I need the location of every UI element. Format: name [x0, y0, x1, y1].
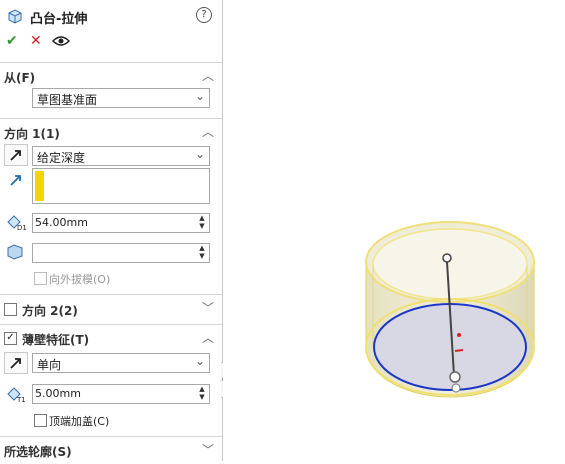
selected-contours-section-header[interactable]: 所选轮廓(S) ﹀	[0, 436, 222, 462]
reverse-direction-icon[interactable]	[4, 352, 28, 374]
chevron-down-icon: ⌄	[194, 354, 205, 368]
chevron-down-icon[interactable]: ﹀	[202, 441, 214, 458]
property-manager: 凸台-拉伸 ? ✔ ✕ 从(F) ︿ 草图基准面 ⌄ 方向 1(1) ︿ 给定深…	[0, 0, 229, 462]
arrow-handle-bottom[interactable]	[449, 371, 461, 383]
svg-text:T1: T1	[16, 396, 26, 403]
depth-value: 54.00mm	[35, 216, 88, 229]
page-title: 凸台-拉伸	[30, 12, 88, 27]
from-dropdown[interactable]: 草图基准面 ⌄	[32, 88, 210, 108]
chevron-down-icon: ⌄	[194, 89, 205, 103]
arrow-handle-top[interactable]	[442, 253, 452, 263]
spin-arrows[interactable]: ▲ ▼	[197, 214, 207, 232]
red-marker	[454, 349, 464, 352]
direction2-checkbox[interactable]	[4, 303, 17, 316]
chevron-up-icon[interactable]: ︿	[202, 123, 214, 140]
cap-ends-label: 顶端加盖(C)	[49, 415, 110, 428]
thin-type-dropdown[interactable]: 单向 ⌄	[32, 353, 210, 373]
direction2-label: 方向 2(2)	[22, 304, 78, 318]
thin-feature-label: 薄壁特征(T)	[22, 333, 90, 347]
selection-highlight	[35, 171, 44, 201]
svg-text:D1: D1	[17, 224, 27, 231]
from-section-label: 从(F)	[4, 71, 36, 85]
chevron-up-icon[interactable]: ︿	[202, 67, 214, 84]
arrow-handle-bottom-2	[451, 383, 461, 393]
direction1-section-header[interactable]: 方向 1(1) ︿	[0, 118, 222, 145]
end-condition-value: 给定深度	[37, 151, 86, 165]
draft-icon[interactable]	[5, 242, 25, 260]
red-point	[457, 333, 461, 337]
cylinder-preview[interactable]	[223, 0, 565, 461]
direction-arrow-icon	[8, 172, 24, 188]
thickness-icon: T1	[5, 385, 27, 404]
thickness-value: 5.00mm	[35, 387, 81, 400]
depth-input[interactable]: 54.00mm ▲ ▼	[32, 213, 210, 233]
spin-arrows[interactable]: ▲ ▼	[197, 244, 207, 262]
ok-icon[interactable]: ✔	[6, 33, 18, 49]
direction2-section-header[interactable]: 方向 2(2) ﹀	[0, 294, 222, 323]
from-value: 草图基准面	[37, 93, 98, 107]
top-rim-inner	[372, 228, 528, 300]
draft-outward-label: 向外拔模(O)	[49, 273, 111, 286]
thin-feature-checkbox[interactable]: ✓	[4, 332, 17, 345]
direction1-label: 方向 1(1)	[4, 127, 60, 141]
end-condition-dropdown[interactable]: 给定深度 ⌄	[32, 146, 210, 166]
chevron-down-icon[interactable]: ﹀	[202, 299, 214, 316]
chevron-up-icon[interactable]: ︿	[202, 329, 214, 346]
graphics-viewport[interactable]	[223, 0, 565, 461]
thickness-input[interactable]: 5.00mm ▲ ▼	[32, 384, 210, 404]
depth-icon: D1	[5, 213, 27, 232]
thin-type-value: 单向	[37, 358, 62, 372]
draft-angle-input[interactable]: ▲ ▼	[32, 243, 210, 263]
spin-arrows[interactable]: ▲ ▼	[197, 385, 207, 403]
draft-outward-checkbox[interactable]	[34, 272, 47, 285]
help-icon[interactable]: ?	[196, 7, 212, 23]
cancel-icon[interactable]: ✕	[30, 33, 42, 49]
reverse-direction-icon[interactable]	[4, 144, 28, 166]
cap-ends-checkbox[interactable]	[34, 414, 47, 427]
chevron-down-icon: ⌄	[194, 147, 205, 161]
selected-contours-label: 所选轮廓(S)	[4, 445, 72, 459]
direction-selection-box[interactable]	[32, 168, 210, 204]
thin-feature-section-header[interactable]: ✓ 薄壁特征(T) ︿	[0, 324, 222, 351]
extrude-icon	[7, 8, 23, 24]
from-section-header[interactable]: 从(F) ︿	[0, 62, 222, 89]
eye-icon[interactable]	[51, 35, 71, 47]
